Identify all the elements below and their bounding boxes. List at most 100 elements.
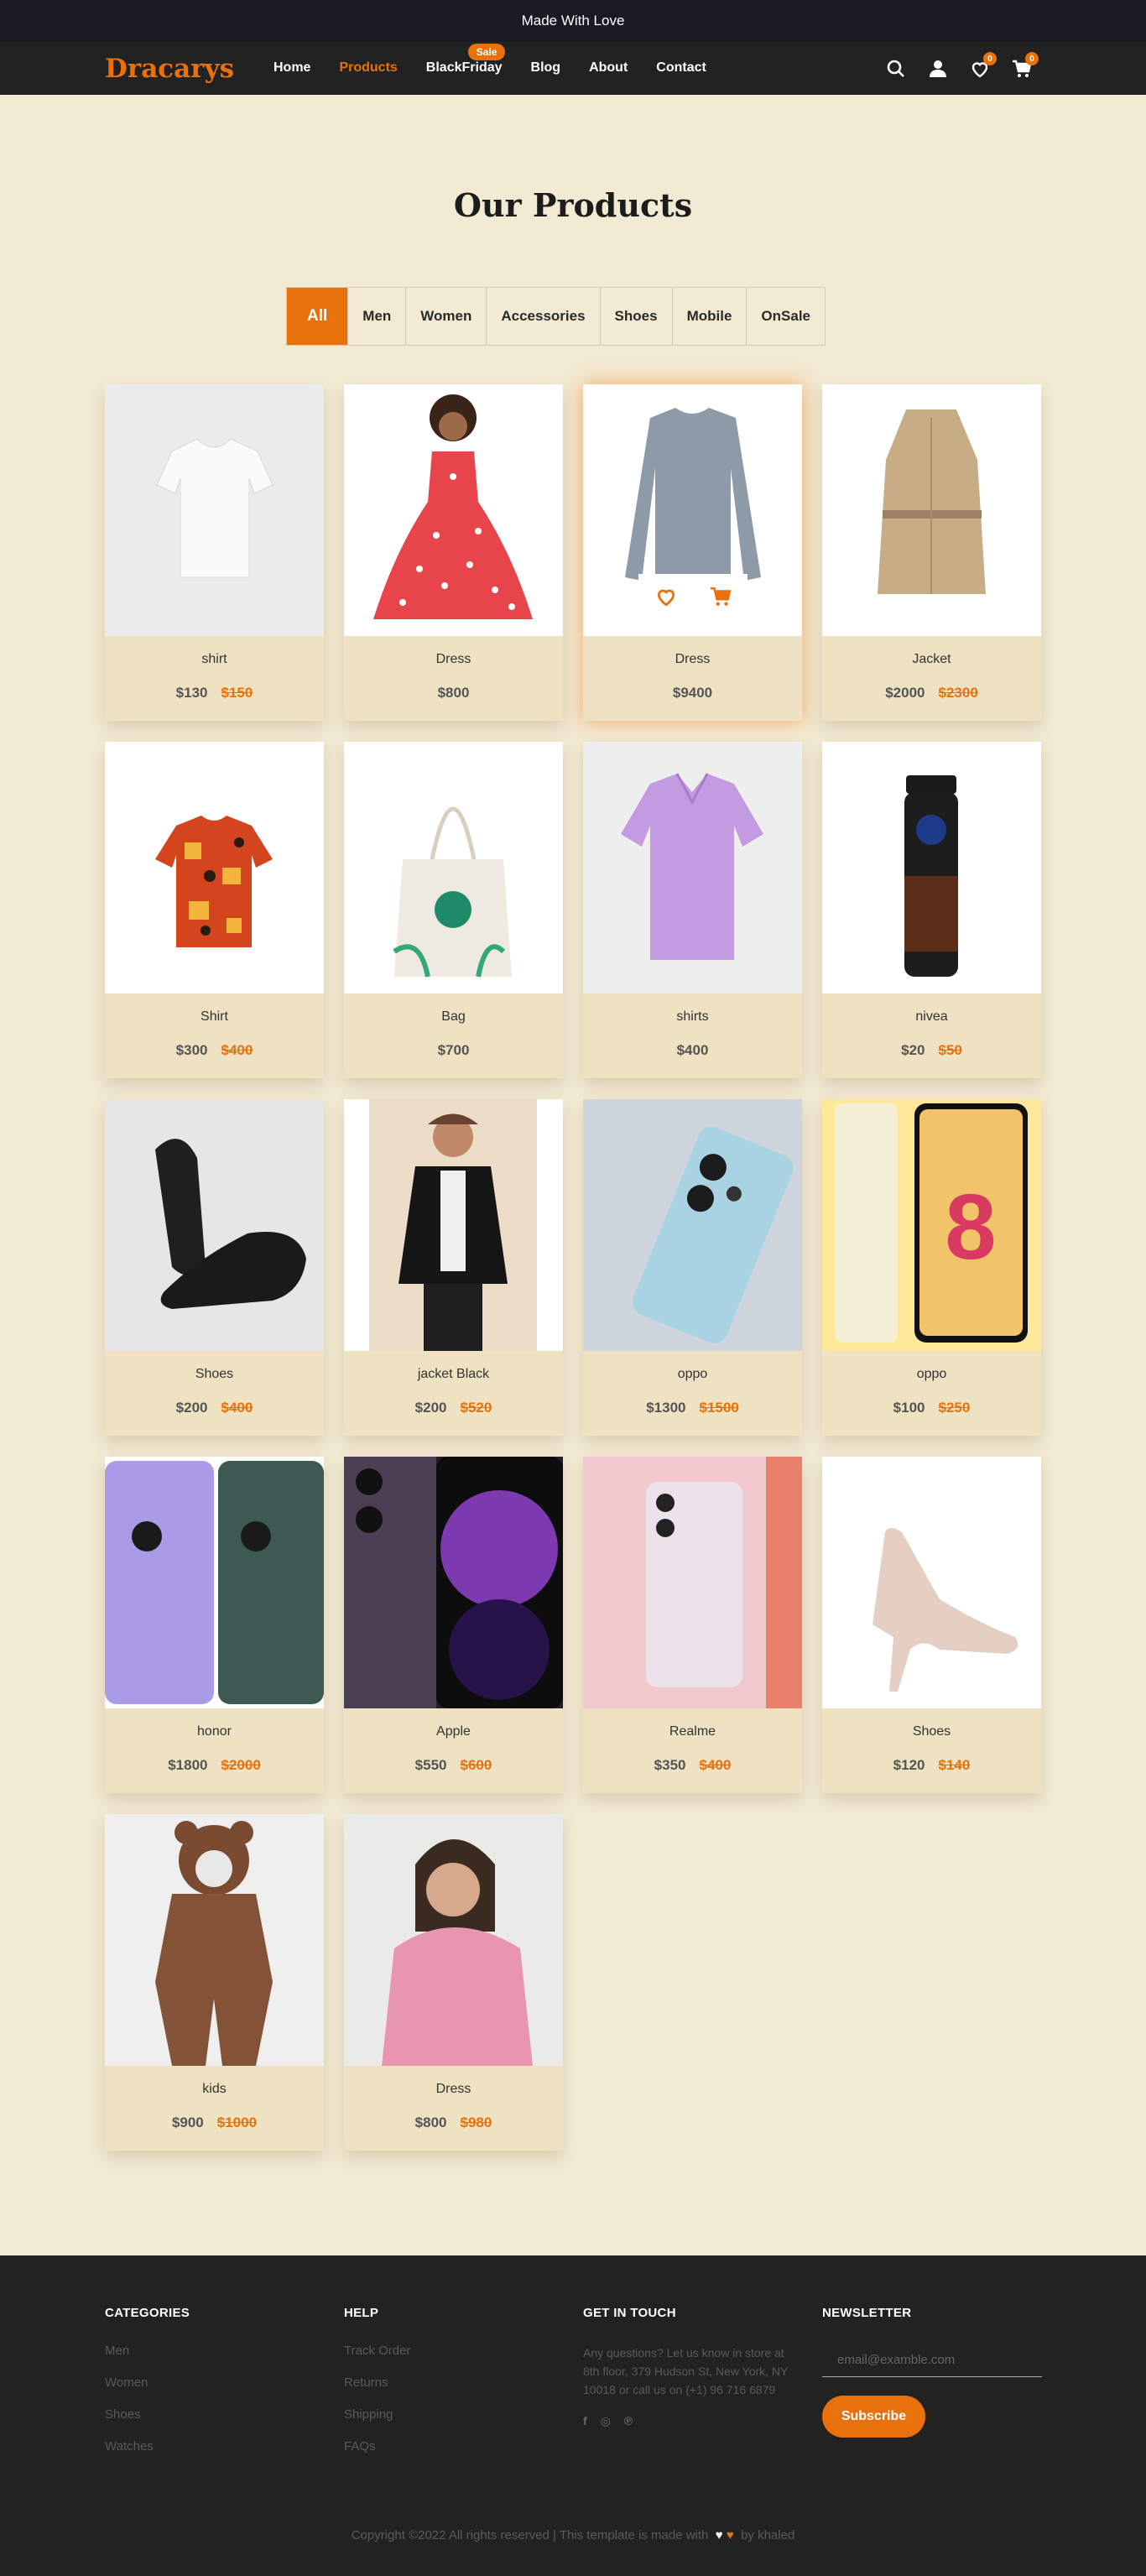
product-card[interactable]: 8 oppo $100 $250	[822, 1099, 1041, 1436]
user-icon[interactable]	[926, 57, 950, 81]
nav-link-products[interactable]: Products	[339, 60, 397, 76]
product-card[interactable]: shirts $400	[583, 742, 802, 1078]
product-image[interactable]	[583, 384, 802, 636]
product-price: $300	[175, 1042, 208, 1058]
top-announcement-bar: Made With Love	[0, 0, 1146, 42]
navbar: Dracarys Home Products BlackFriday Sale B…	[0, 42, 1146, 95]
product-image[interactable]	[105, 1099, 324, 1351]
product-old-price: $150	[221, 685, 253, 701]
product-card[interactable]: Dress $800 $980	[344, 1814, 563, 2151]
product-card[interactable]: shirt $130 $150	[105, 384, 324, 721]
heart-icon[interactable]: 0	[968, 52, 997, 81]
sale-badge: Sale	[467, 44, 506, 60]
product-image[interactable]	[822, 384, 1041, 636]
nav-link-blackfriday-label: BlackFriday	[425, 60, 503, 75]
product-card[interactable]: Realme $350 $400	[583, 1457, 802, 1793]
pinterest-icon[interactable]: ℗	[624, 2414, 633, 2428]
copyright-author: by khaled	[741, 2528, 795, 2542]
footer-link-returns[interactable]: Returns	[344, 2375, 410, 2390]
facebook-icon[interactable]: f	[583, 2414, 587, 2428]
product-image[interactable]	[583, 1099, 802, 1351]
filter-women[interactable]: Women	[406, 288, 487, 345]
product-image[interactable]	[344, 1099, 563, 1351]
filter-accessories[interactable]: Accessories	[487, 288, 601, 345]
product-card[interactable]: Shoes $200 $400	[105, 1099, 324, 1436]
product-card[interactable]: Dress $9400	[583, 384, 802, 721]
product-card[interactable]: Jacket $2000 $2300	[822, 384, 1041, 721]
product-card[interactable]: Dress $800	[344, 384, 563, 721]
footer-newsletter: NEWSLETTER Subscribe	[822, 2306, 1146, 2438]
product-card[interactable]: oppo $1300 $1500	[583, 1099, 802, 1436]
product-image[interactable]: 8	[822, 1099, 1041, 1351]
product-name: Dress	[435, 652, 471, 666]
product-price: $200	[414, 1400, 447, 1416]
product-card[interactable]: Shirt $300 $400	[105, 742, 324, 1078]
product-card[interactable]: nivea $20 $50	[822, 742, 1041, 1078]
product-price: $800	[414, 2115, 447, 2130]
footer-link-shoes[interactable]: Shoes	[105, 2407, 190, 2422]
footer-link-women[interactable]: Women	[105, 2375, 190, 2390]
product-image[interactable]	[344, 1814, 563, 2066]
product-card[interactable]: Apple $550 $600	[344, 1457, 563, 1793]
footer-link-men[interactable]: Men	[105, 2344, 190, 2358]
product-price: $350	[654, 1757, 686, 1773]
product-prices: $900 $1000	[105, 2115, 324, 2131]
add-to-cart-icon[interactable]	[710, 586, 732, 612]
product-prices: $200 $400	[105, 1400, 324, 1416]
footer-link-faqs[interactable]: FAQs	[344, 2439, 410, 2453]
product-image[interactable]	[105, 1457, 324, 1708]
nav-link-blog[interactable]: Blog	[531, 60, 561, 76]
filter-onsale[interactable]: OnSale	[747, 288, 826, 345]
nav-link-blackfriday[interactable]: BlackFriday Sale	[425, 44, 506, 76]
product-prices: $800 $980	[344, 2115, 563, 2131]
footer-link-watches[interactable]: Watches	[105, 2439, 190, 2453]
product-image[interactable]	[822, 742, 1041, 993]
instagram-icon[interactable]: ◎	[601, 2414, 611, 2428]
product-image[interactable]	[583, 742, 802, 993]
copyright-text: Copyright ©2022 All rights reserved | Th…	[351, 2528, 709, 2542]
product-image[interactable]	[105, 1814, 324, 2066]
nav-link-contact[interactable]: Contact	[656, 60, 706, 76]
product-image[interactable]	[822, 1457, 1041, 1708]
product-image[interactable]	[344, 742, 563, 993]
product-image[interactable]	[344, 384, 563, 636]
filter-tabs: All Men Women Accessories Shoes Mobile O…	[286, 287, 826, 346]
search-icon[interactable]	[884, 57, 908, 81]
filter-men[interactable]: Men	[348, 288, 407, 345]
product-price: $400	[676, 1042, 709, 1058]
product-card[interactable]: Bag $700	[344, 742, 563, 1078]
product-prices: $550 $600	[344, 1757, 563, 1774]
product-name: oppo	[916, 1367, 947, 1381]
nav-link-home[interactable]: Home	[273, 60, 310, 76]
product-image[interactable]	[105, 742, 324, 993]
product-prices: $200 $520	[344, 1400, 563, 1416]
footer-link-shipping[interactable]: Shipping	[344, 2407, 410, 2422]
product-card[interactable]: kids $900 $1000	[105, 1814, 324, 2151]
product-image[interactable]	[344, 1457, 563, 1708]
product-image[interactable]	[583, 1457, 802, 1708]
product-card[interactable]: honor $1800 $2000	[105, 1457, 324, 1793]
filter-shoes[interactable]: Shoes	[600, 288, 673, 345]
add-to-wishlist-icon[interactable]	[655, 586, 677, 612]
subscribe-button[interactable]: Subscribe	[822, 2396, 925, 2438]
product-name: shirt	[201, 652, 227, 666]
product-price: $130	[175, 685, 208, 701]
product-card[interactable]: jacket Black $200 $520	[344, 1099, 563, 1436]
newsletter-email-input[interactable]	[822, 2344, 1042, 2377]
product-name: jacket Black	[417, 1367, 490, 1381]
product-name: honor	[197, 1724, 232, 1739]
nav-link-about[interactable]: About	[589, 60, 628, 76]
product-prices: $100 $250	[822, 1400, 1041, 1416]
product-image[interactable]	[105, 384, 324, 636]
product-card[interactable]: Shoes $120 $140	[822, 1457, 1041, 1793]
filter-mobile[interactable]: Mobile	[672, 288, 748, 345]
footer-link-track-order[interactable]: Track Order	[344, 2344, 410, 2358]
product-old-price: $2300	[938, 685, 978, 701]
announcement-text: Made With Love	[521, 13, 625, 29]
product-price: $1800	[168, 1757, 208, 1773]
filter-all[interactable]: All	[287, 288, 349, 345]
product-price: $900	[171, 2115, 204, 2130]
logo[interactable]: Dracarys	[105, 54, 234, 84]
footer-help: HELP Track Order Returns Shipping FAQs	[344, 2306, 410, 2471]
cart-icon[interactable]: 0	[1010, 52, 1039, 81]
